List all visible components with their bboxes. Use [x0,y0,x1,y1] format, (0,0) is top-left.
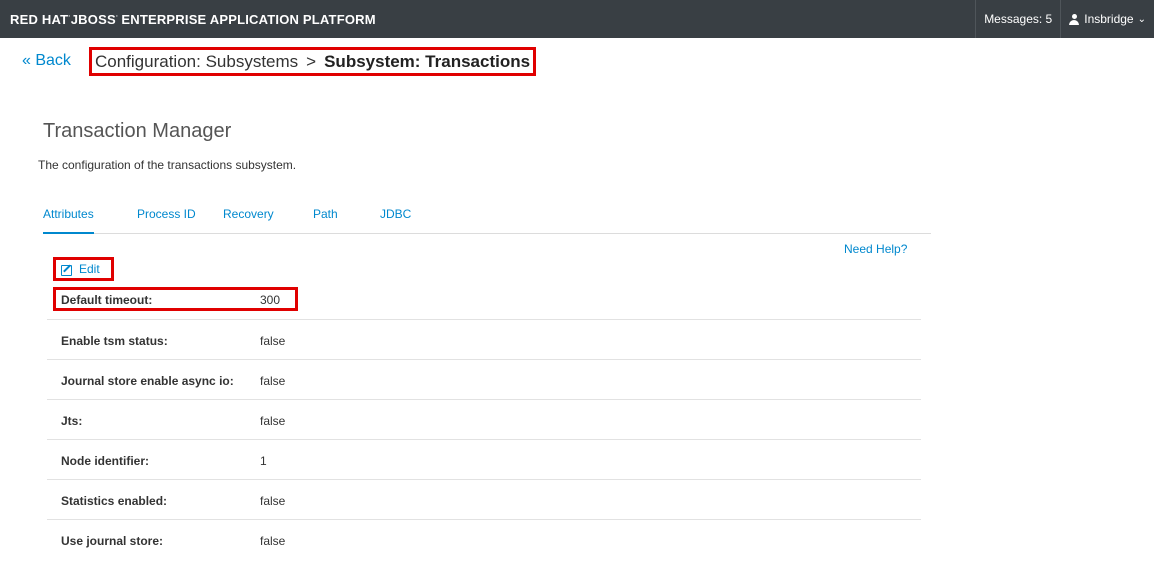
attribute-label: Use journal store: [61,534,164,548]
attribute-label: Statistics enabled: [61,494,168,508]
back-link[interactable]: « Back [22,52,71,70]
table-row: Node identifier: 1 [47,440,921,480]
table-row: Enable tsm status: false [47,320,921,360]
attribute-label: Node identifier: [61,454,150,468]
messages-label: Messages: 5 [984,12,1053,26]
breadcrumb: Configuration: Subsystems > Subsystem: Tra… [89,47,537,76]
highlight-box [53,287,298,311]
tab-jdbc[interactable]: JDBC [380,207,411,221]
table-row: Jts: false [47,400,921,440]
user-menu[interactable]: Insbridge ⌄ [1060,0,1154,38]
attribute-value: 1 [260,454,267,468]
top-navbar: RED HAT·JBOSS· ENTERPRISE APPLICATION PLA… [0,0,1154,38]
brand-jboss-text: JBOSS [70,12,116,27]
breadcrumb-current: Subsystem: Transactions [324,52,531,71]
breadcrumb-parent[interactable]: Configuration: Subsystems [95,52,298,71]
attribute-value: false [260,374,286,388]
edit-icon [61,264,73,276]
breadcrumb-row: « Back Configuration: Subsystems > Subsyst… [0,44,1154,78]
attribute-value: false [260,334,286,348]
brand-logo: RED HAT·JBOSS· ENTERPRISE APPLICATION PLA… [10,12,376,27]
table-row: Journal store enable async io: false [47,360,921,400]
edit-button[interactable]: Edit [53,257,114,281]
attribute-value: false [260,494,286,508]
tab-attributes[interactable]: Attributes [43,207,94,234]
tab-process-id[interactable]: Process ID [137,207,196,221]
attribute-label: Jts: [61,414,83,428]
need-help-link[interactable]: Need Help? [844,242,907,256]
user-icon [1069,13,1080,25]
top-right-menu: Messages: 5 Insbridge ⌄ [975,0,1154,38]
brand-redhat-text: RED HAT [10,12,69,27]
tab-path[interactable]: Path [313,207,338,221]
edit-label: Edit [79,262,100,276]
brand-product-text: ENTERPRISE APPLICATION PLATFORM [121,12,376,27]
table-row: Use journal store: false [47,520,921,560]
attribute-value: false [260,414,286,428]
attribute-value: false [260,534,286,548]
table-row: Statistics enabled: false [47,480,921,520]
tab-recovery[interactable]: Recovery [223,207,274,221]
messages-button[interactable]: Messages: 5 [975,0,1060,38]
breadcrumb-separator: > [306,52,317,71]
chevron-down-icon: ⌄ [1137,13,1146,25]
tab-bar: Attributes Process ID Recovery Path JDBC [43,207,931,234]
attribute-label: Enable tsm status: [61,334,168,348]
page-description: The configuration of the transactions su… [38,158,297,172]
user-name: Insbridge [1084,12,1134,26]
page-title: Transaction Manager [43,120,232,142]
attribute-label: Journal store enable async io: [61,374,234,388]
